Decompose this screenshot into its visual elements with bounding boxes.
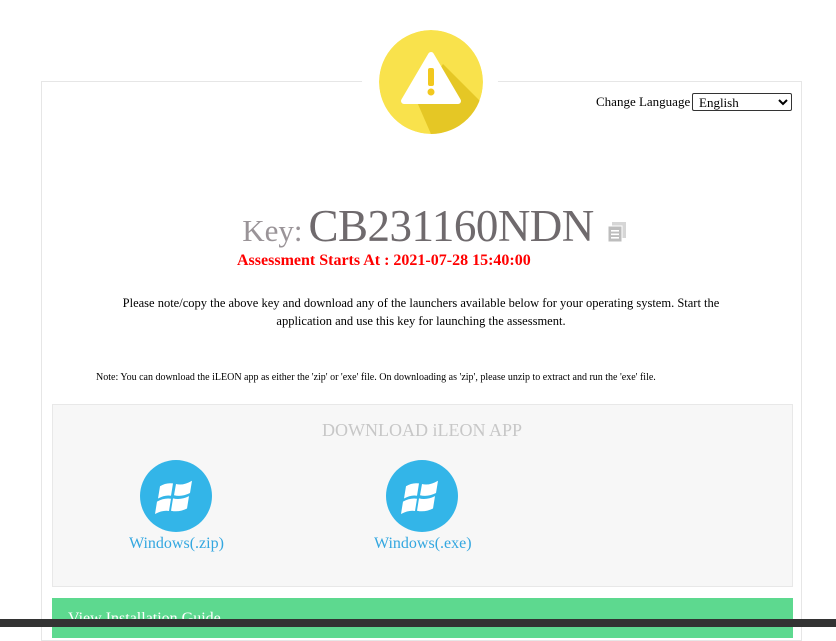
assessment-start-time: Assessment Starts At : 2021-07-28 15:40:… xyxy=(237,252,531,269)
language-select[interactable]: English xyxy=(692,93,792,111)
bottom-scroll-strip xyxy=(0,619,836,627)
instructions-text: Please note/copy the above key and downl… xyxy=(122,296,720,328)
windows-exe-icon[interactable] xyxy=(386,460,458,532)
windows-exe-link[interactable]: Windows(.exe) xyxy=(374,535,472,553)
warning-triangle-icon xyxy=(379,30,483,134)
download-title: DOWNLOAD iLEON APP xyxy=(322,420,522,440)
key-value: CB231160NDN xyxy=(308,201,594,251)
windows-zip-icon[interactable] xyxy=(140,460,212,532)
copy-icon[interactable] xyxy=(606,220,630,244)
change-language-label: Change Language xyxy=(596,94,691,109)
windows-zip-link[interactable]: Windows(.zip) xyxy=(129,535,224,553)
key-row: Key: CB231160NDN xyxy=(0,200,836,252)
download-note: Note: You can download the iLEON app as … xyxy=(96,372,656,383)
key-label: Key: xyxy=(242,213,303,248)
installation-guide-bar[interactable]: View Installation Guide xyxy=(52,598,793,638)
